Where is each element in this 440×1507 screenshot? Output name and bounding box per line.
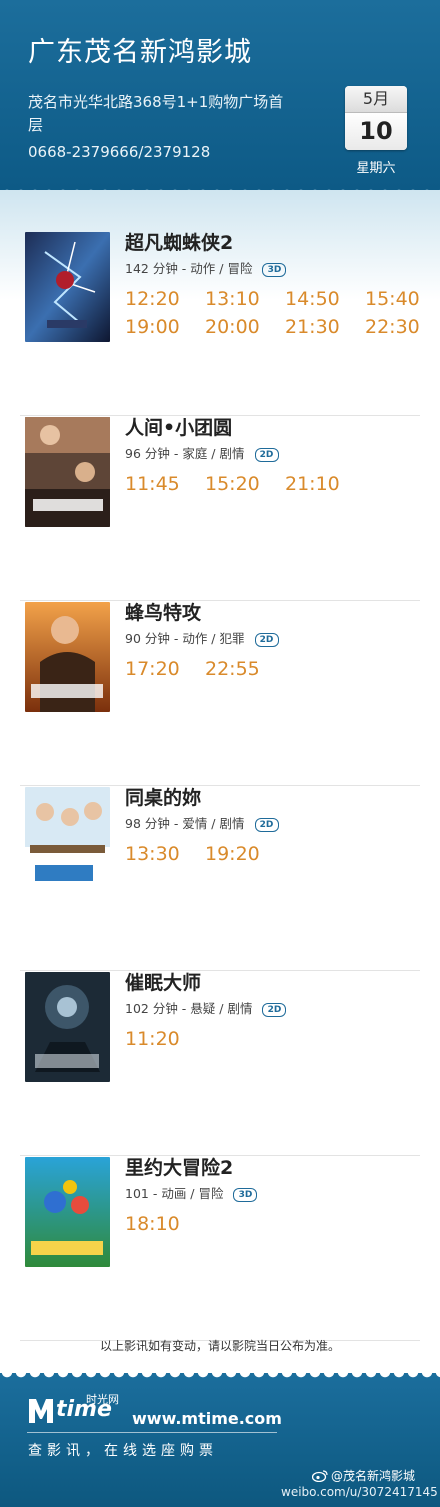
movie-duration-genre: 101 - 动画 / 冒险	[125, 1186, 224, 1201]
movie-title[interactable]: 人间•小团圆	[125, 413, 232, 440]
showtime[interactable]: 15:20	[205, 473, 285, 495]
showtimes: 11:45 15:20 21:10	[125, 473, 425, 495]
format-badge: 2D	[254, 633, 279, 647]
header: 广东茂名新鸿影城 茂名市光华北路368号1+1购物广场首层 0668-23796…	[0, 0, 440, 196]
showtimes: 17:20 22:55	[125, 658, 425, 680]
movie-item[interactable]: 人间•小团圆 96 分钟 - 家庭 / 剧情 2D 11:45 15:20 21:…	[20, 417, 420, 601]
movie-title[interactable]: 蜂鸟特攻	[125, 598, 201, 625]
divider	[20, 785, 420, 786]
divider	[27, 1432, 277, 1433]
movie-poster[interactable]	[25, 417, 110, 527]
movie-title[interactable]: 同桌的妳	[125, 783, 201, 810]
format-badge: 3D	[262, 263, 287, 277]
movie-info: 102 分钟 - 悬疑 / 剧情 2D	[125, 998, 287, 1017]
cinema-address: 茂名市光华北路368号1+1购物广场首层	[28, 93, 284, 134]
movie-item[interactable]: 蜂鸟特攻 90 分钟 - 动作 / 犯罪 2D 17:20 22:55	[20, 602, 420, 786]
cinema-name: 广东茂名新鸿影城	[28, 37, 252, 68]
weibo-url-link[interactable]: weibo.com/u/3072417145	[281, 1485, 438, 1499]
mtime-logo-cn: 时光网	[86, 1393, 119, 1406]
showtime[interactable]: 22:30	[365, 316, 440, 338]
divider	[20, 600, 420, 601]
showtime[interactable]: 14:50	[285, 288, 365, 310]
showtimes: 13:30 19:20	[125, 843, 425, 865]
disclaimer-notice: 以上影讯如有变动，请以影院当日公布为准。	[99, 1339, 340, 1353]
showtime[interactable]: 22:55	[205, 658, 285, 680]
movie-title[interactable]: 超凡蜘蛛侠2	[125, 228, 233, 255]
showtime[interactable]: 18:10	[125, 1213, 205, 1235]
movie-item[interactable]: 催眠大师 102 分钟 - 悬疑 / 剧情 2D 11:20	[20, 972, 420, 1156]
movie-title[interactable]: 催眠大师	[125, 968, 201, 995]
showtime[interactable]: 11:45	[125, 473, 205, 495]
scallop-edge	[0, 1366, 440, 1378]
date-day: 10	[345, 113, 407, 150]
movie-info: 96 分钟 - 家庭 / 剧情 2D	[125, 443, 279, 462]
movie-title[interactable]: 里约大冒险2	[125, 1153, 233, 1180]
movie-info: 98 分钟 - 爱情 / 剧情 2D	[125, 813, 279, 832]
date-card: 5月 10	[345, 86, 407, 150]
showtime[interactable]: 15:40	[365, 288, 440, 310]
showtimes: 18:10	[125, 1213, 425, 1235]
mtime-logo-icon[interactable]	[27, 1395, 55, 1425]
showtimes: 11:20	[125, 1028, 425, 1050]
movie-duration-genre: 98 分钟 - 爱情 / 剧情	[125, 816, 245, 831]
format-badge: 2D	[254, 448, 279, 462]
weibo-icon	[312, 1470, 328, 1482]
footer: time 时光网 www.mtime.com 查影讯，在线选座购票 @茂名新鸿影…	[0, 1366, 440, 1507]
slogan: 查影讯，在线选座购票	[28, 1443, 218, 1459]
movie-info: 101 - 动画 / 冒险 3D	[125, 1183, 258, 1202]
format-badge: 3D	[233, 1188, 258, 1202]
movie-item[interactable]: 里约大冒险2 101 - 动画 / 冒险 3D 18:10	[20, 1157, 420, 1341]
movie-poster[interactable]	[25, 232, 110, 342]
movie-duration-genre: 96 分钟 - 家庭 / 剧情	[125, 446, 245, 461]
showtime[interactable]: 17:20	[125, 658, 205, 680]
weibo-name: @茂名新鸿影城	[331, 1469, 416, 1483]
showtime[interactable]: 11:20	[125, 1028, 205, 1050]
weibo-watermark: @茂名新鸿影城 weibo.com/u/3072417145	[281, 1467, 440, 1499]
showtime[interactable]: 13:10	[205, 288, 285, 310]
weibo-account[interactable]: @茂名新鸿影城	[312, 1467, 440, 1484]
weekday: 星期六	[356, 161, 396, 176]
movie-duration-genre: 102 分钟 - 悬疑 / 剧情	[125, 1001, 253, 1016]
movie-poster[interactable]	[25, 972, 110, 1082]
showtime[interactable]: 19:00	[125, 316, 205, 338]
format-badge: 2D	[262, 1003, 287, 1017]
site-url-link[interactable]: www.mtime.com	[132, 1409, 282, 1428]
showtime[interactable]: 21:10	[285, 473, 365, 495]
movie-poster[interactable]	[25, 602, 110, 712]
showtime[interactable]: 19:20	[205, 843, 285, 865]
showtime[interactable]: 12:20	[125, 288, 205, 310]
cinema-phone: 0668-2379666/2379128	[28, 143, 211, 161]
movie-duration-genre: 90 分钟 - 动作 / 犯罪	[125, 631, 245, 646]
showtimes: 12:20 13:10 14:50 15:40 19:00 20:00 21:3…	[125, 288, 425, 338]
movie-poster[interactable]	[25, 787, 110, 897]
showtime[interactable]: 20:00	[205, 316, 285, 338]
date-month: 5月	[345, 86, 407, 113]
showtime[interactable]: 21:30	[285, 316, 365, 338]
movie-info: 142 分钟 - 动作 / 冒险 3D	[125, 258, 287, 277]
movie-info: 90 分钟 - 动作 / 犯罪 2D	[125, 628, 279, 647]
divider	[20, 970, 420, 971]
movie-item[interactable]: 超凡蜘蛛侠2 142 分钟 - 动作 / 冒险 3D 12:20 13:10 14…	[20, 232, 420, 416]
movie-duration-genre: 142 分钟 - 动作 / 冒险	[125, 261, 253, 276]
movie-poster[interactable]	[25, 1157, 110, 1267]
format-badge: 2D	[254, 818, 279, 832]
movie-item[interactable]: 同桌的妳 98 分钟 - 爱情 / 剧情 2D 13:30 19:20	[20, 787, 420, 971]
showtime[interactable]: 13:30	[125, 843, 205, 865]
